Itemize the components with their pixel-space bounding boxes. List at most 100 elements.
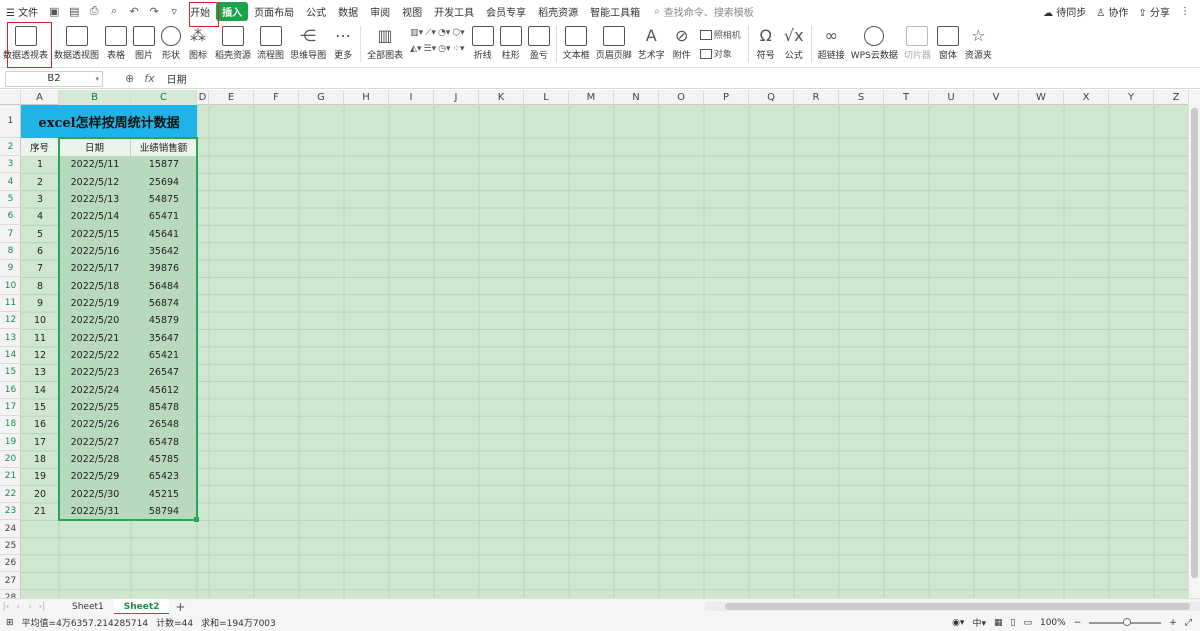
table-cell[interactable]: 2022/5/26 [59,416,131,434]
table-cell[interactable]: 19 [21,468,59,485]
zoom-slider-knob[interactable] [1123,617,1132,626]
row-header-11[interactable]: 11 [0,295,21,313]
table-cell[interactable]: 2022/5/22 [59,346,131,365]
collaborate-button[interactable]: ♙ 协作 [1096,4,1128,19]
row-header-19[interactable]: 19 [0,434,21,451]
print-icon[interactable]: ⎙ [87,4,101,18]
table-title[interactable]: excel怎样按周统计数据 [21,105,197,138]
normal-view-icon[interactable]: ▦ [994,618,1003,628]
horizontal-scroll-thumb[interactable] [725,603,1190,610]
table-cell[interactable]: 2022/5/23 [59,364,131,382]
all-charts-button[interactable]: ▥ 全部图表 [364,26,406,61]
table-cell[interactable]: 2022/5/19 [59,294,131,313]
table-cell[interactable]: 13 [21,364,59,381]
column-header-x[interactable]: X [1064,90,1109,105]
language-icon[interactable]: 中▾ [972,616,986,629]
docer-resources-button[interactable]: 稻壳资源 [212,26,254,61]
table-cell[interactable]: 26547 [131,364,197,382]
tab-data[interactable]: 数据 [332,4,364,19]
table-cell[interactable]: 65478 [131,433,197,451]
table-cell[interactable]: 35647 [131,329,197,347]
shapes-button[interactable]: 形状 [158,26,184,61]
last-sheet-icon[interactable]: ›| [36,602,48,612]
resource-folder-button[interactable]: ☆ 资源夹 [962,26,995,61]
main-menu-button[interactable]: ☰ 文件 [0,4,44,19]
table-cell[interactable]: 56484 [131,277,197,295]
row-header-14[interactable]: 14 [0,347,21,365]
row-header-13[interactable]: 13 [0,330,21,347]
column-header-p[interactable]: P [704,90,749,105]
spreadsheet-grid[interactable]: ABCDEFGHIJKLMNOPQRSTUVWXYZ 1 2 3 4 5 6 7 8 9 10 11… [0,90,1188,598]
area-chart-dropdown[interactable]: ◭▾ ☰▾ ◷▾ ⁘▾ [410,44,465,54]
name-box[interactable]: B2 ▾ [5,70,103,87]
table-cell[interactable]: 45612 [131,381,197,399]
form-button[interactable]: 窗体 [934,26,962,61]
table-cell[interactable]: 45785 [131,450,197,469]
table-cell[interactable]: 17 [21,434,59,451]
zoom-slider[interactable] [1089,617,1162,626]
row-header-8[interactable]: 8 [0,243,21,261]
row-header-17[interactable]: 17 [0,399,21,417]
column-header-v[interactable]: V [974,90,1019,105]
tab-insert[interactable]: 插入 [216,1,249,21]
sheet-tab-sheet2[interactable]: Sheet2 [113,598,170,615]
column-header-z[interactable]: Z [1154,90,1188,105]
text-box-button[interactable]: 文本框 [560,26,593,61]
table-cell[interactable]: 4 [21,208,59,225]
table-cell[interactable]: 8 [21,277,59,294]
formula-input[interactable]: 日期 [167,71,187,86]
table-cell[interactable]: 10 [21,312,59,329]
table-cell[interactable]: 2022/5/30 [59,485,131,503]
mind-map-button[interactable]: ⋲ 思维导图 [287,26,329,61]
table-cell[interactable]: 65423 [131,468,197,486]
table-cell[interactable]: 2022/5/21 [59,329,131,347]
tab-member[interactable]: 会员专享 [480,4,532,19]
fx-icon[interactable]: fx [144,72,154,85]
column-header-c[interactable]: C [131,90,197,105]
table-cell[interactable]: 2022/5/12 [59,173,131,191]
table-cell[interactable]: 2022/5/29 [59,468,131,486]
object-button[interactable]: 对象 [699,47,741,60]
table-cell[interactable]: 9 [21,295,59,312]
prev-sheet-icon[interactable]: ‹ [12,602,24,612]
eye-protection-icon[interactable]: ◉▾ [952,618,964,628]
table-cell[interactable]: 2022/5/11 [59,156,131,174]
table-cell[interactable]: 58794 [131,503,197,521]
fill-handle[interactable] [194,517,199,523]
table-header-cell[interactable]: 业绩销售额 [131,138,197,156]
camera-button[interactable]: 照相机 [699,28,741,41]
more-button[interactable]: ⋯ 更多 [329,26,357,61]
table-cell[interactable]: 12 [21,347,59,364]
table-cell[interactable]: 2022/5/13 [59,190,131,209]
zoom-level[interactable]: 100% [1040,618,1066,628]
redo-icon[interactable]: ↷ [147,4,161,18]
column-header-n[interactable]: N [614,90,659,105]
page-break-view-icon[interactable]: ▭ [1023,618,1032,628]
select-all-corner[interactable] [0,90,21,105]
row-header-23[interactable]: 23 [0,503,21,521]
column-header-a[interactable]: A [21,90,59,105]
cell-area[interactable]: excel怎样按周统计数据 序号 日期 业绩销售额 1 2022/5/11 15877 2 20… [21,105,1188,598]
table-cell[interactable]: 2022/5/24 [59,381,131,399]
column-header-g[interactable]: G [299,90,344,105]
table-cell[interactable]: 2022/5/18 [59,277,131,295]
table-header-cell[interactable]: 日期 [59,138,131,156]
table-button[interactable]: 表格 [102,26,130,61]
column-header-m[interactable]: M [569,90,614,105]
zoom-icon[interactable]: ⊕ [125,72,134,85]
attachment-button[interactable]: ⊘ 附件 [668,26,696,61]
table-cell[interactable]: 2022/5/17 [59,260,131,278]
wps-cloud-data-button[interactable]: WPS云数据 [848,26,901,61]
row-header-12[interactable]: 12 [0,312,21,330]
table-cell[interactable]: 2022/5/14 [59,208,131,226]
column-header-q[interactable]: Q [749,90,794,105]
table-cell[interactable]: 25694 [131,173,197,191]
tab-developer[interactable]: 开发工具 [428,4,480,19]
row-header-20[interactable]: 20 [0,451,21,469]
row-header-22[interactable]: 22 [0,486,21,503]
table-cell[interactable]: 1 [21,156,59,173]
table-cell[interactable]: 2022/5/15 [59,225,131,243]
vertical-scroll-thumb[interactable] [1191,108,1198,578]
column-header-o[interactable]: O [659,90,704,105]
slicer-button[interactable]: 切片器 [901,26,934,61]
